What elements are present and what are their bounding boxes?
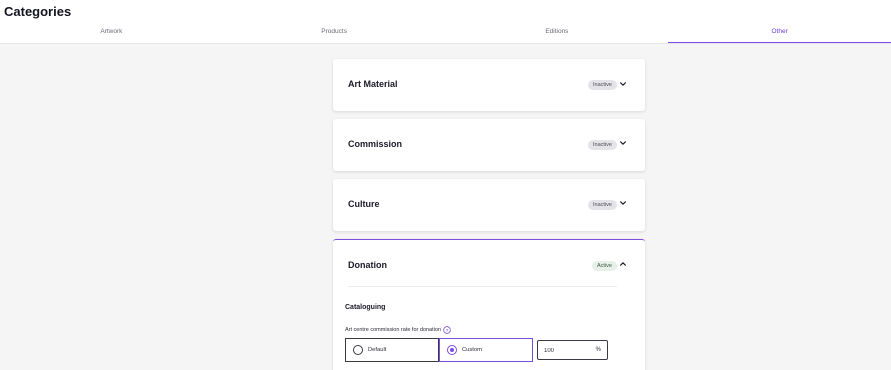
chevron-up-icon[interactable] [619, 260, 627, 268]
tab-other[interactable]: Other [668, 24, 891, 44]
category-card-art-material[interactable]: Art Material Inactive [333, 59, 645, 111]
page-title: Categories [4, 4, 72, 19]
tab-editions[interactable]: Editions [446, 24, 669, 44]
default-option-label: Default [368, 347, 387, 353]
category-title: Culture [348, 199, 380, 209]
custom-rate-option[interactable]: Custom [439, 338, 533, 362]
category-card-culture[interactable]: Culture Inactive [333, 179, 645, 231]
status-badge: Inactive [588, 140, 617, 150]
chevron-down-icon[interactable] [619, 199, 627, 207]
default-rate-option[interactable]: Default [345, 338, 439, 362]
chevron-down-icon[interactable] [619, 139, 627, 147]
status-badge: Active [592, 261, 617, 271]
percent-unit: % [595, 347, 601, 353]
svg-text:?: ? [446, 328, 449, 334]
header: Categories Artwork Products Editions Oth… [0, 0, 891, 44]
tab-products[interactable]: Products [223, 24, 446, 44]
category-tabs: Artwork Products Editions Other [0, 24, 891, 44]
help-icon[interactable]: ? [443, 326, 451, 334]
status-badge: Inactive [588, 200, 617, 210]
radio-default[interactable] [353, 345, 363, 355]
category-card-donation: Donation Active Cataloguing Art centre c… [333, 239, 645, 370]
category-title: Art Material [348, 79, 398, 89]
commission-rate-field[interactable]: % [537, 340, 608, 360]
commission-rate-label-text: Art centre commission rate for donation [345, 327, 441, 333]
category-title[interactable]: Donation [348, 260, 387, 270]
commission-rate-input[interactable] [544, 346, 594, 356]
radio-custom[interactable] [447, 345, 457, 355]
custom-option-label: Custom [462, 347, 482, 353]
status-badge: Inactive [588, 80, 617, 90]
section-title: Cataloguing [345, 304, 386, 311]
tab-artwork[interactable]: Artwork [0, 24, 223, 44]
chevron-down-icon[interactable] [619, 80, 627, 88]
category-card-commission[interactable]: Commission Inactive [333, 119, 645, 171]
divider [348, 286, 617, 287]
commission-rate-label: Art centre commission rate for donation … [345, 326, 451, 334]
category-title: Commission [348, 139, 403, 149]
